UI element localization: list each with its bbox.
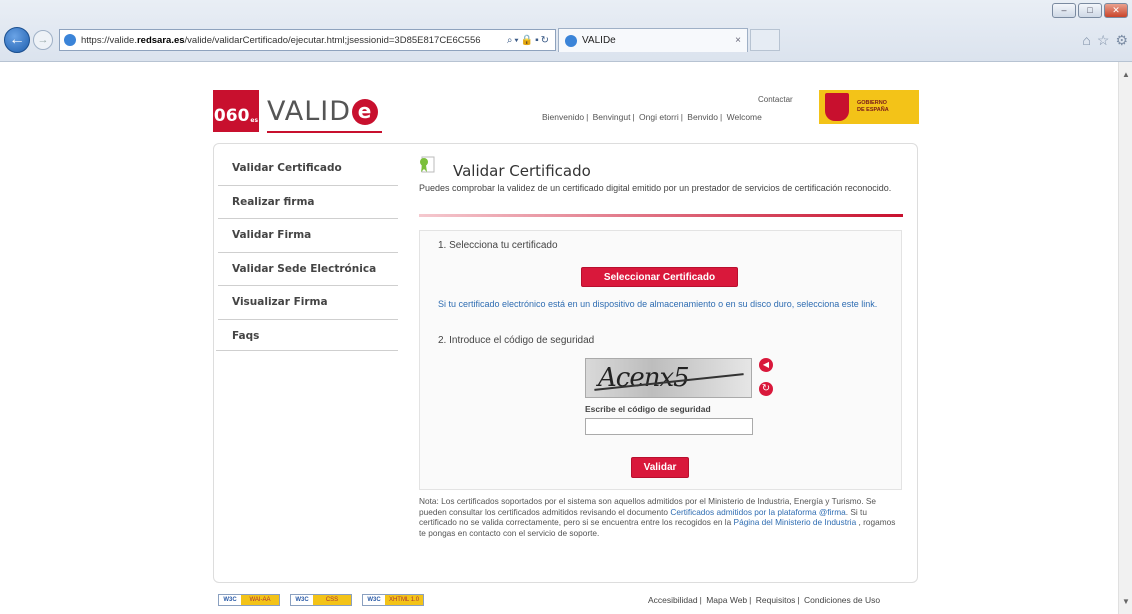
- gov-logo-text: GOBIERNO DE ESPAÑA: [857, 100, 889, 113]
- footer-link-accesibilidad[interactable]: Accesibilidad: [648, 595, 698, 605]
- minimize-icon[interactable]: –: [1052, 3, 1076, 18]
- w3c-xhtml-badge[interactable]: W3C XHTML 1.0: [362, 594, 424, 606]
- title-underline: [419, 214, 903, 217]
- close-icon[interactable]: ✕: [1104, 3, 1128, 18]
- maximize-icon[interactable]: □: [1078, 3, 1102, 18]
- w3c-css-badge[interactable]: W3C CSS: [290, 594, 352, 606]
- gobierno-logo[interactable]: GOBIERNO DE ESPAÑA: [819, 90, 919, 124]
- lang-link-ca[interactable]: Benvingut: [593, 112, 631, 122]
- contactar-link[interactable]: Contactar: [758, 95, 793, 104]
- home-icon[interactable]: ⌂: [1082, 32, 1090, 49]
- sidebar-item-validar-sede[interactable]: Validar Sede Electrónica: [218, 253, 398, 286]
- w3c-wai-badge[interactable]: W3C WAI-AA: [218, 594, 280, 606]
- back-arrow-icon[interactable]: ←: [4, 27, 30, 53]
- lang-link-gl[interactable]: Benvido: [687, 112, 718, 122]
- language-links: Bienvenido | Benvingut | Ongi etorri | Benv…: [542, 112, 762, 122]
- refresh-captcha-icon[interactable]: ↻: [759, 382, 773, 396]
- tab-close-icon[interactable]: ×: [735, 35, 741, 46]
- sidebar-item-validar-certificado[interactable]: Validar Certificado: [218, 152, 398, 186]
- sidebar-item-validar-firma[interactable]: Validar Firma: [218, 219, 398, 253]
- favorites-star-icon[interactable]: ☆: [1097, 32, 1110, 49]
- storage-device-link[interactable]: Si tu certificado electrónico está en un…: [438, 299, 878, 310]
- ministerio-link[interactable]: Página del Ministerio de Industria: [734, 517, 857, 527]
- site-logo[interactable]: 060 es VALID e: [213, 90, 382, 133]
- scroll-up-icon[interactable]: ▲: [1122, 70, 1130, 79]
- footer-badges: W3C WAI-AA W3C CSS W3C XHTML 1.0: [218, 594, 424, 606]
- settings-gear-icon[interactable]: ⚙: [1115, 32, 1128, 49]
- captcha-image: Acenx5: [585, 358, 752, 398]
- logo-valide: VALID e: [267, 96, 382, 133]
- address-bar[interactable]: https://valide.redsara.es/valide/validar…: [59, 29, 556, 51]
- page-title: Validar Certificado: [453, 162, 591, 180]
- lang-link-en[interactable]: Welcome: [727, 112, 762, 122]
- nav-row: ← → https://valide.redsara.es/valide/val…: [4, 27, 780, 53]
- address-tools-icons[interactable]: ⌕▾🔒▪↻: [507, 35, 551, 46]
- sidebar-item-realizar-firma[interactable]: Realizar firma: [218, 186, 398, 219]
- sidebar-item-faqs[interactable]: Faqs: [218, 320, 398, 354]
- sidebar-item-visualizar-firma[interactable]: Visualizar Firma: [218, 286, 398, 320]
- logo-060: 060 es: [213, 90, 259, 132]
- lang-link-es[interactable]: Bienvenido: [542, 112, 584, 122]
- browser-tab[interactable]: VALIDe ×: [558, 28, 748, 52]
- captcha-label: Escribe el código de seguridad: [585, 404, 711, 414]
- page-description: Puedes comprobar la validez de un certif…: [419, 183, 892, 193]
- step1-label: 1. Selecciona tu certificado: [438, 240, 558, 251]
- lang-link-eu[interactable]: Ongi etorri: [639, 112, 679, 122]
- new-tab-button[interactable]: [750, 29, 780, 51]
- tab-title: VALIDe: [582, 35, 616, 46]
- browser-right-icons: ⌂ ☆ ⚙: [1082, 32, 1128, 49]
- ie-page-icon: [64, 34, 76, 46]
- scrollbar[interactable]: ▲ ▼: [1118, 62, 1132, 614]
- validate-button[interactable]: Validar: [631, 457, 689, 478]
- select-certificate-button[interactable]: Seleccionar Certificado: [581, 267, 738, 287]
- captcha-input[interactable]: [585, 418, 753, 435]
- scroll-down-icon[interactable]: ▼: [1122, 597, 1130, 606]
- coat-of-arms-icon: [825, 93, 849, 121]
- note-text: Nota: Los certificados soportados por el…: [419, 496, 896, 538]
- window-controls: – □ ✕: [1052, 3, 1128, 18]
- address-url[interactable]: https://valide.redsara.es/valide/validar…: [81, 35, 503, 46]
- audio-captcha-icon[interactable]: ◀: [759, 358, 773, 372]
- certificados-admitidos-link[interactable]: Certificados admitidos por la plataforma…: [670, 507, 845, 517]
- footer-link-mapa-web[interactable]: Mapa Web: [706, 595, 747, 605]
- sidebar: Validar Certificado Realizar firma Valid…: [218, 152, 398, 353]
- certificate-icon: [420, 156, 435, 173]
- footer-links: Accesibilidad | Mapa Web | Requisitos | Con…: [648, 595, 881, 605]
- step2-label: 2. Introduce el código de seguridad: [438, 335, 595, 346]
- footer-link-condiciones[interactable]: Condiciones de Uso: [804, 595, 880, 605]
- sidebar-divider: [216, 350, 398, 351]
- tab-favicon-icon: [565, 34, 577, 47]
- footer-link-requisitos[interactable]: Requisitos: [756, 595, 796, 605]
- forward-arrow-icon[interactable]: →: [33, 30, 53, 50]
- browser-chrome: – □ ✕ ← → https://valide.redsara.es/vali…: [0, 0, 1132, 62]
